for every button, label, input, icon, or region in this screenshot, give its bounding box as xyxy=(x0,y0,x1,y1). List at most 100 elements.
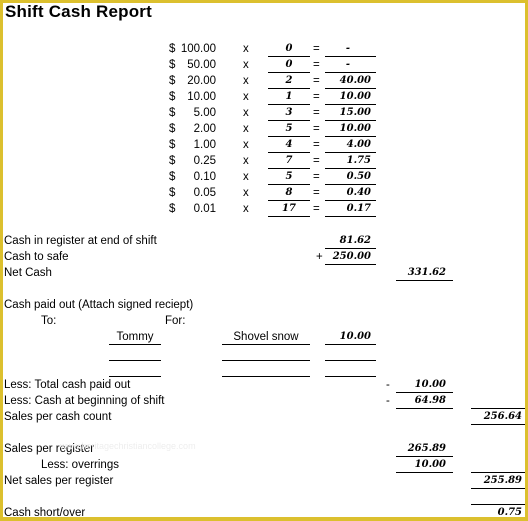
underline xyxy=(325,72,376,73)
equals-sign: = xyxy=(313,43,320,55)
currency-symbol: $ xyxy=(169,59,176,71)
equals-sign: = xyxy=(313,155,320,167)
denomination-total: 0.17 xyxy=(346,203,371,214)
underline xyxy=(325,200,376,201)
underline xyxy=(471,408,525,409)
count-value: 2 xyxy=(285,75,293,86)
denomination-value: 0.10 xyxy=(193,171,216,183)
currency-symbol: $ xyxy=(169,139,176,151)
underline xyxy=(325,376,376,377)
currency-symbol: $ xyxy=(169,107,176,119)
denomination-value: 20.00 xyxy=(187,75,216,87)
underline xyxy=(325,360,376,361)
denomination-total: - xyxy=(345,43,351,54)
times-sign: x xyxy=(243,91,249,103)
denomination-total: 1.75 xyxy=(346,155,371,166)
underline xyxy=(396,456,453,457)
report-title: Shift Cash Report xyxy=(5,2,152,21)
underline xyxy=(325,120,376,121)
underline xyxy=(268,88,310,89)
count-value: 4 xyxy=(285,139,293,150)
currency-symbol: $ xyxy=(169,187,176,199)
currency-symbol: $ xyxy=(169,155,176,167)
denomination-value: 5.00 xyxy=(193,107,216,119)
underline xyxy=(109,344,161,345)
underline xyxy=(325,184,376,185)
count-value: 5 xyxy=(285,171,293,182)
net-sales-value: 255.89 xyxy=(483,475,522,486)
underline xyxy=(471,504,525,505)
underline xyxy=(268,200,310,201)
count-value: 0 xyxy=(285,43,293,54)
denomination-total: 15.00 xyxy=(339,107,371,118)
count-value: 7 xyxy=(285,155,293,166)
underline xyxy=(222,360,310,361)
underline xyxy=(268,216,310,217)
times-sign: x xyxy=(243,43,249,55)
denomination-value: 100.00 xyxy=(180,43,216,55)
times-sign: x xyxy=(243,139,249,151)
underline xyxy=(325,248,376,249)
underline xyxy=(268,104,310,105)
times-sign: x xyxy=(243,123,249,135)
for-label: For: xyxy=(165,315,186,327)
times-sign: x xyxy=(243,75,249,87)
times-sign: x xyxy=(243,107,249,119)
denomination-value: 0.25 xyxy=(193,155,216,167)
count-value: 3 xyxy=(285,107,293,118)
denomination-total: 10.00 xyxy=(339,123,371,134)
underline xyxy=(396,472,453,473)
underline xyxy=(325,216,376,217)
denomination-value: 1.00 xyxy=(193,139,216,151)
currency-symbol: $ xyxy=(169,75,176,87)
denomination-value: 2.00 xyxy=(193,123,216,135)
to-label: To: xyxy=(41,315,57,327)
net-sales-label: Net sales per register xyxy=(4,475,114,487)
equals-sign: = xyxy=(313,171,320,183)
underline xyxy=(471,472,525,473)
denomination-total: 0.50 xyxy=(346,171,371,182)
denomination-total: 40.00 xyxy=(339,75,371,86)
times-sign: x xyxy=(243,155,249,167)
denomination-value: 0.05 xyxy=(193,187,216,199)
cash-beginning-sign: - xyxy=(386,395,390,407)
cash-beginning-value: 64.98 xyxy=(414,395,446,406)
denomination-total: 10.00 xyxy=(339,91,371,102)
times-sign: x xyxy=(243,171,249,183)
paid-for-field[interactable]: Shovel snow xyxy=(222,330,310,344)
underline xyxy=(268,120,310,121)
underline xyxy=(268,168,310,169)
denomination-value: 0.01 xyxy=(193,203,216,215)
equals-sign: = xyxy=(313,75,320,87)
times-sign: x xyxy=(243,187,249,199)
cash-in-register-label: Cash in register at end of shift xyxy=(4,235,157,247)
overrings-value: 10.00 xyxy=(414,459,446,470)
underline xyxy=(471,424,525,425)
denomination-value: 50.00 xyxy=(187,59,216,71)
paid-out-heading: Cash paid out (Attach signed reciept) xyxy=(4,299,194,311)
overrings-label: Less: overrings xyxy=(41,459,119,471)
short-over-value: 0.75 xyxy=(497,507,522,518)
equals-sign: = xyxy=(313,107,320,119)
currency-symbol: $ xyxy=(169,43,176,55)
underline xyxy=(471,488,525,489)
currency-symbol: $ xyxy=(169,203,176,215)
underline xyxy=(268,56,310,57)
net-cash-value: 331.62 xyxy=(407,267,446,278)
equals-sign: = xyxy=(313,59,320,71)
denomination-total: 4.00 xyxy=(346,139,371,150)
paid-to-field[interactable]: Tommy xyxy=(109,330,161,344)
watermark-text: www.heritagechristiancollege.com xyxy=(60,441,196,451)
underline xyxy=(268,184,310,185)
count-value: 8 xyxy=(285,187,293,198)
cash-beginning-label: Less: Cash at beginning of shift xyxy=(4,395,165,407)
underline xyxy=(325,136,376,137)
currency-symbol: $ xyxy=(169,171,176,183)
underline xyxy=(325,168,376,169)
equals-sign: = xyxy=(313,187,320,199)
count-value: 0 xyxy=(285,59,293,70)
cash-to-safe-label: Cash to safe xyxy=(4,251,69,263)
equals-sign: = xyxy=(313,123,320,135)
underline xyxy=(268,72,310,73)
paid-amount-field[interactable]: 10.00 xyxy=(325,330,371,344)
